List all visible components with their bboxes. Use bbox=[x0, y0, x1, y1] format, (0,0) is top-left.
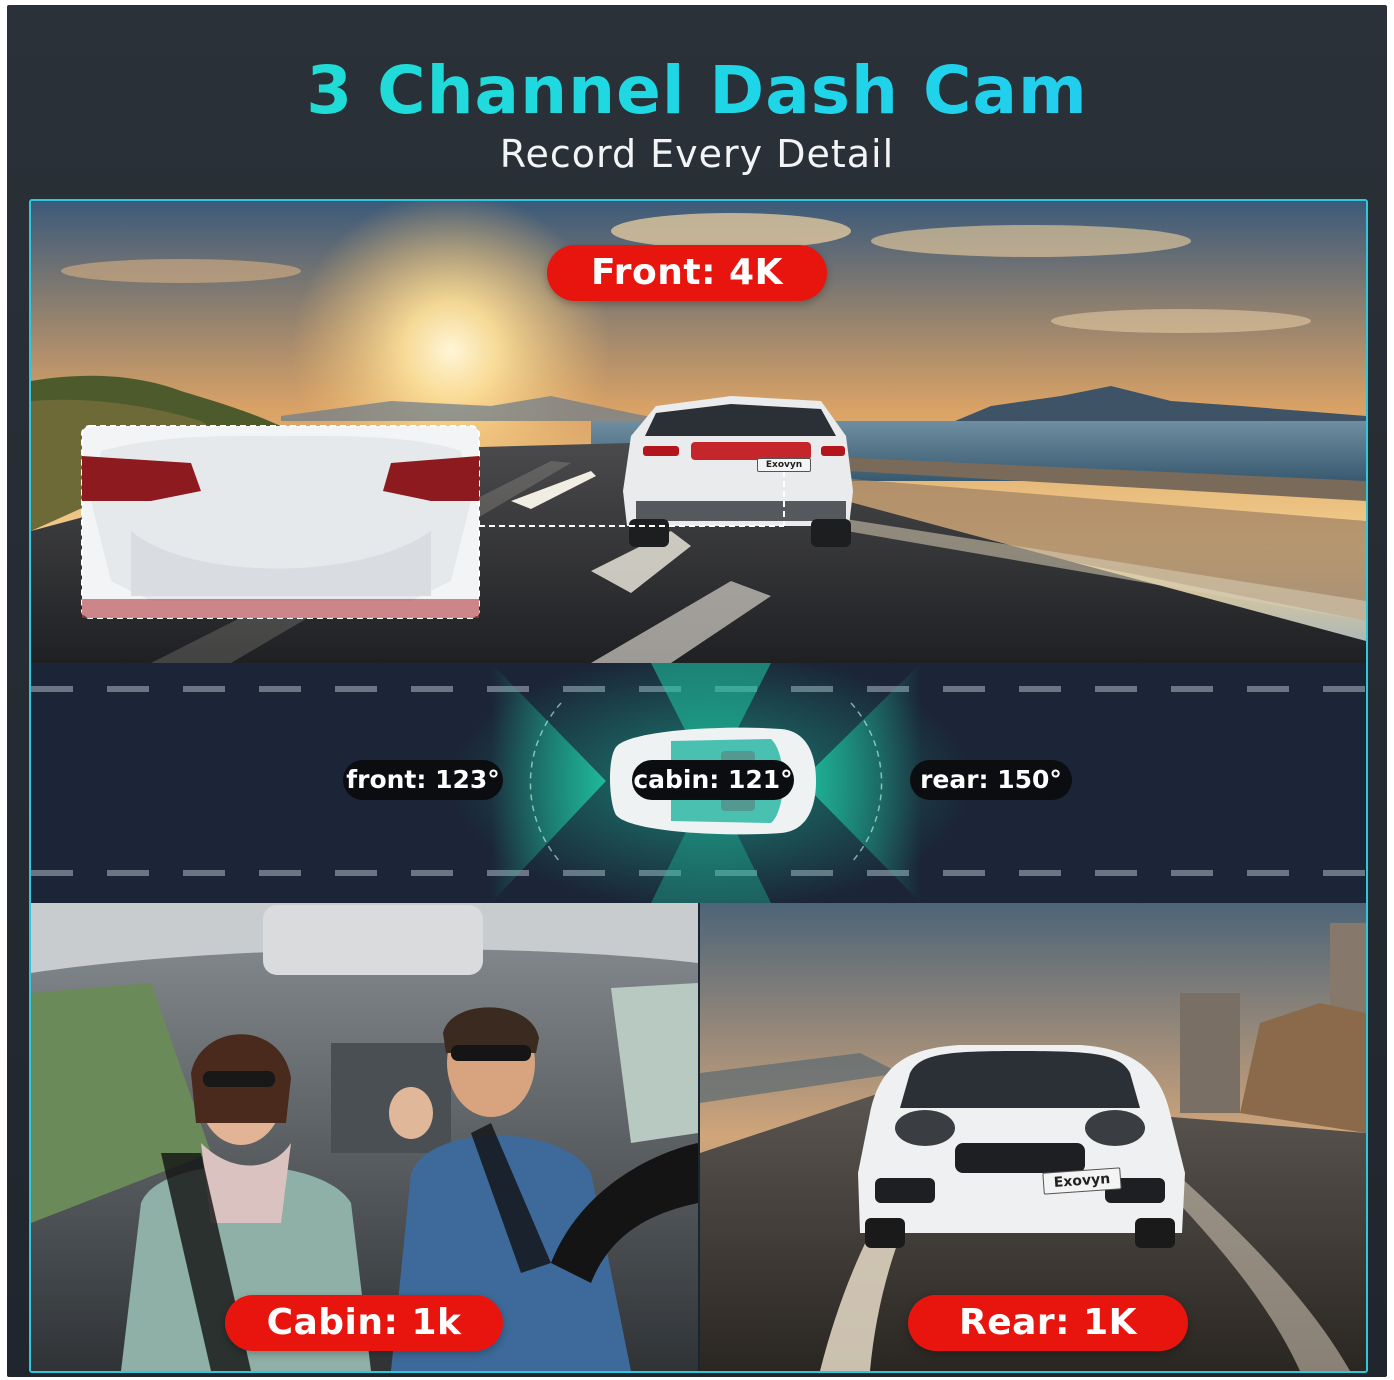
page-title: 3 Channel Dash Cam bbox=[0, 52, 1394, 129]
front-resolution-badge: Front: 4K bbox=[547, 245, 827, 301]
cabin-angle-label: cabin: 121° bbox=[632, 760, 794, 800]
cabin-camera-scene: Cabin: 1k bbox=[31, 903, 698, 1371]
license-plate-front-car: Exovyn bbox=[757, 458, 811, 472]
viewing-angle-diagram: front: 123° cabin: 121° rear: 150° bbox=[31, 663, 1366, 903]
page-subtitle: Record Every Detail bbox=[499, 132, 895, 176]
plate-zoom-inset bbox=[81, 425, 480, 619]
rear-camera-scene: Exovyn Rear: 1K bbox=[700, 903, 1366, 1371]
camera-panel: Exovyn Exovyn Front: 4K bbox=[29, 199, 1368, 1373]
rear-angle-label: rear: 150° bbox=[910, 760, 1072, 800]
front-suv-car bbox=[623, 396, 853, 547]
cabin-resolution-badge: Cabin: 1k bbox=[225, 1295, 503, 1351]
rear-resolution-badge: Rear: 1K bbox=[908, 1295, 1188, 1351]
front-camera-scene: Exovyn Exovyn Front: 4K bbox=[31, 201, 1366, 663]
front-angle-label: front: 123° bbox=[343, 760, 503, 800]
rear-follow-car bbox=[858, 1045, 1185, 1248]
